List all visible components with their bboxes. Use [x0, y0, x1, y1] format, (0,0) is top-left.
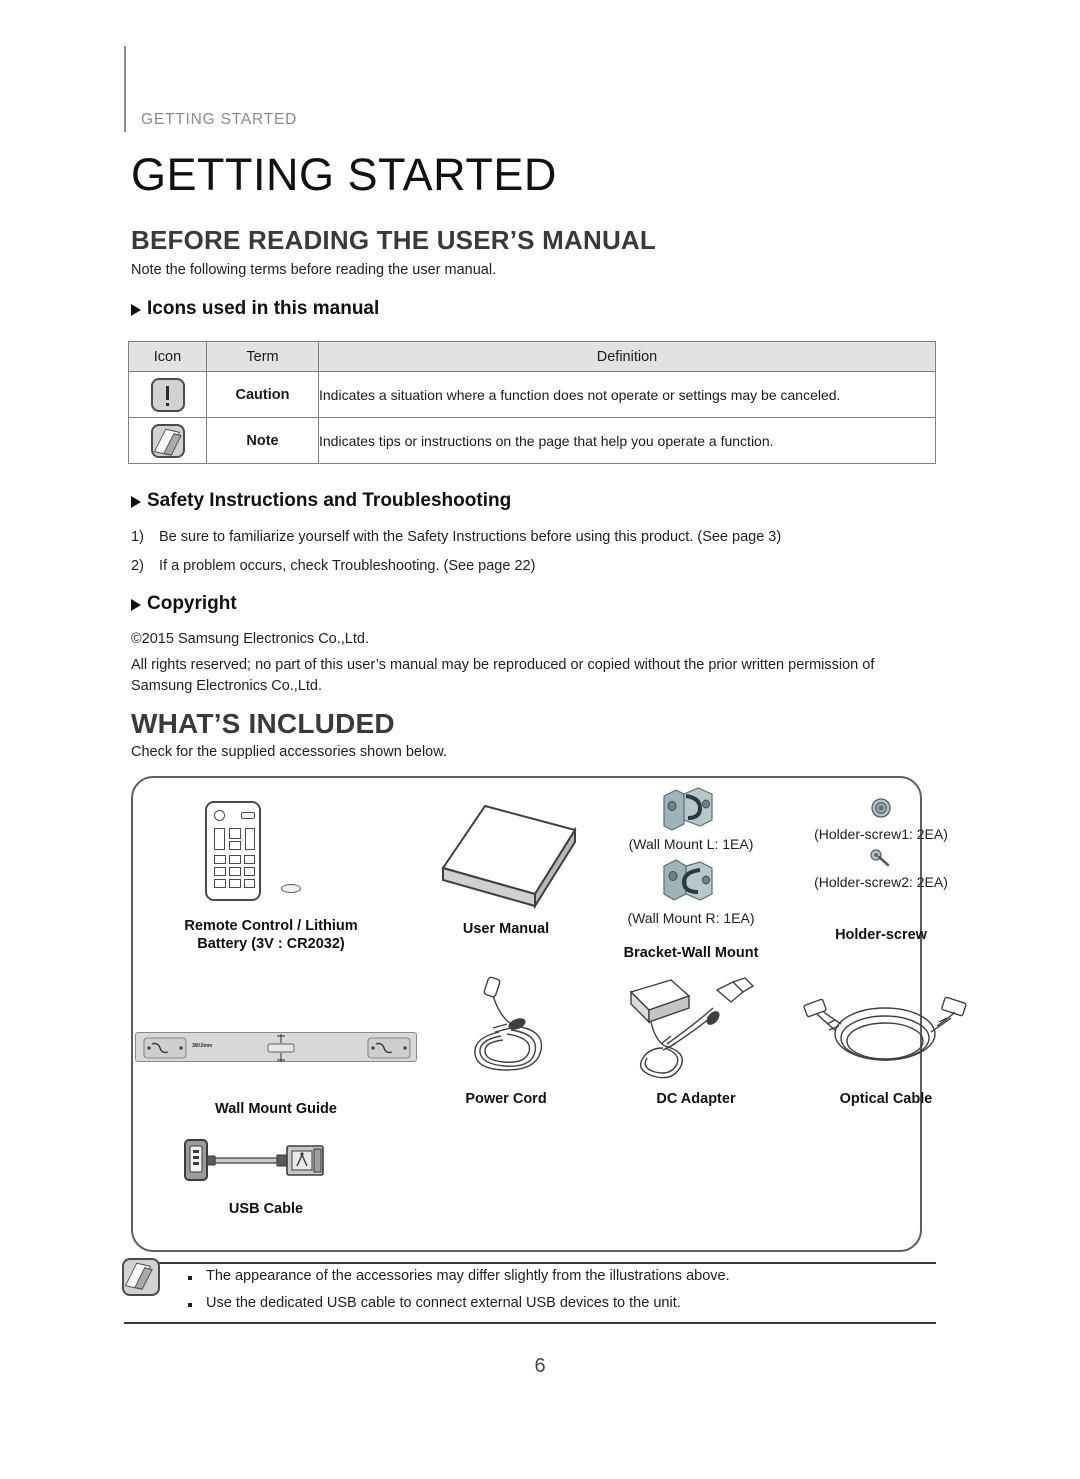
subheading-label: Copyright: [147, 593, 237, 614]
column-header-definition: Definition: [318, 341, 936, 372]
footer-note-icon-wrap: [122, 1258, 160, 1296]
wall-mount-r-icon: [663, 859, 713, 901]
header-accent-rule: [124, 46, 126, 132]
subheading-label: Safety Instructions and Troubleshooting: [147, 490, 512, 511]
accessory-wall-mount-guide: 360.0mm Wall Mount Guide: [135, 986, 417, 1118]
note-icon: [122, 1258, 160, 1296]
usb-cable-icon: [184, 1139, 324, 1181]
holder-screw1-illustration: [781, 792, 981, 826]
triangle-bullet-icon: [131, 496, 141, 508]
subheading-icons-used: Icons used in this manual: [131, 298, 379, 320]
cell-term-note: Note: [206, 417, 319, 464]
dc-adapter-illustration: [601, 974, 791, 1090]
cell-definition-note: Indicates tips or instructions on the pa…: [318, 417, 936, 464]
accessory-dc-adapter: DC Adapter: [601, 974, 791, 1108]
table-row: Caution Indicates a situation where a fu…: [128, 371, 936, 418]
section1-intro: Note the following terms before reading …: [131, 262, 497, 278]
accessory-label: Remote Control / Lithium: [184, 918, 358, 934]
list-number: 1): [131, 529, 144, 545]
lithium-battery-icon: [281, 884, 301, 893]
list-text: If a problem occurs, check Troubleshooti…: [159, 558, 536, 574]
power-cord-icon: [474, 976, 543, 1071]
accessory-power-cord: Power Cord: [411, 974, 601, 1108]
holder-screw2-illustration: [781, 848, 981, 874]
footer-note-list: The appearance of the accessories may di…: [186, 1268, 730, 1322]
remote-control-icon: [205, 801, 261, 901]
accessory-bracket-wall-mount: (Wall Mount L: 1EA) (Wall Mount R: 1EA) …: [591, 784, 791, 962]
section-heading-whats-included: WHAT’S INCLUDED: [131, 708, 395, 739]
optical-cable-illustration: [791, 974, 981, 1090]
usb-cable-illustration: [141, 1134, 391, 1194]
list-number: 2): [131, 558, 144, 574]
copyright-line-2: All rights reserved; no part of this use…: [131, 657, 875, 673]
accessory-user-manual: User Manual: [411, 792, 601, 938]
accessory-label: Wall Mount Guide: [215, 1101, 337, 1117]
table-header-row: Icon Term Definition: [128, 341, 936, 372]
wall-mount-right-illustration: [591, 858, 791, 910]
note-icon: [150, 423, 185, 458]
accessory-label-line2: Battery (3V : CR2032): [197, 936, 345, 953]
wall-mount-left-illustration: [591, 784, 791, 836]
header-kicker: GETTING STARTED: [141, 111, 298, 128]
accessory-label: Power Cord: [465, 1091, 547, 1107]
copyright-line-3: Samsung Electronics Co.,Ltd.: [131, 678, 323, 694]
accessory-sublabel: (Wall Mount L: 1EA): [628, 836, 754, 852]
page-number: 6: [534, 1355, 546, 1377]
holder-screw2-icon: [870, 849, 890, 867]
accessory-sublabel: (Wall Mount R: 1EA): [627, 910, 755, 926]
section-heading-before-reading: BEFORE READING THE USER’S MANUAL: [131, 225, 656, 255]
accessory-holder-screw: (Holder-screw1: 2EA) (Holder-screw2: 2EA…: [781, 792, 981, 944]
accessory-label: DC Adapter: [656, 1091, 736, 1107]
subheading-label: Icons used in this manual: [147, 298, 380, 319]
manual-book-illustration: [411, 792, 601, 932]
accessory-label: Bracket-Wall Mount: [623, 945, 759, 961]
cell-term-caution: Caution: [206, 371, 319, 418]
column-header-term: Term: [206, 341, 319, 372]
accessory-sublabel: (Holder-screw1: 2EA): [814, 826, 948, 842]
wall-mount-guide-illustration: 360.0mm: [135, 986, 417, 1090]
cell-definition-caution: Indicates a situation where a function d…: [318, 371, 936, 418]
wall-mount-l-icon: [663, 787, 713, 831]
dc-adapter-icon: [629, 977, 755, 1079]
note-rule-bottom: [124, 1322, 936, 1324]
wall-mount-guide-icon: 360.0mm: [135, 1032, 417, 1062]
list-text: Be sure to familiarize yourself with the…: [159, 529, 782, 545]
accessory-label: USB Cable: [228, 1201, 304, 1217]
accessory-sublabel: (Holder-screw2: 2EA): [814, 874, 948, 890]
book-shape: [441, 804, 577, 910]
guide-dimension-label: 360.0mm: [192, 1043, 213, 1049]
accessory-usb-cable: USB Cable: [141, 1134, 391, 1218]
optical-cable-icon: [803, 996, 967, 1061]
manual-page: GETTING STARTED GETTING STARTED BEFORE R…: [0, 0, 1080, 1479]
list-item: 1) Be sure to familiarize yourself with …: [131, 529, 921, 545]
triangle-bullet-icon: [131, 599, 141, 611]
power-cord-illustration: [411, 974, 601, 1090]
icons-legend-table: Icon Term Definition Caution Indicates a…: [128, 341, 936, 464]
remote-and-battery-illustration: [151, 792, 391, 917]
subheading-safety-instructions: Safety Instructions and Troubleshooting: [131, 490, 511, 512]
note-rule-top: [152, 1262, 936, 1264]
accessories-panel: Remote Control / Lithium Battery (3V : C…: [131, 776, 967, 1252]
table-row: Note Indicates tips or instructions on t…: [128, 417, 936, 464]
page-title: GETTING STARTED: [131, 149, 557, 200]
triangle-bullet-icon: [131, 304, 141, 316]
note-bullet: Use the dedicated USB cable to connect e…: [186, 1295, 730, 1311]
subheading-copyright: Copyright: [131, 593, 237, 615]
cell-icon-note: [128, 417, 207, 464]
caution-icon: [150, 377, 185, 412]
accessory-optical-cable: Optical Cable: [791, 974, 981, 1108]
section2-intro: Check for the supplied accessories shown…: [131, 744, 447, 760]
cell-icon-caution: [128, 371, 207, 418]
note-bullet: The appearance of the accessories may di…: [186, 1268, 730, 1284]
accessory-label: Holder-screw: [835, 927, 927, 943]
accessory-remote-control: Remote Control / Lithium Battery (3V : C…: [151, 792, 391, 953]
holder-screw1-icon: [871, 798, 891, 818]
copyright-line-1: ©2015 Samsung Electronics Co.,Ltd.: [131, 631, 369, 647]
list-item: 2) If a problem occurs, check Troublesho…: [131, 558, 921, 574]
column-header-icon: Icon: [128, 341, 207, 372]
